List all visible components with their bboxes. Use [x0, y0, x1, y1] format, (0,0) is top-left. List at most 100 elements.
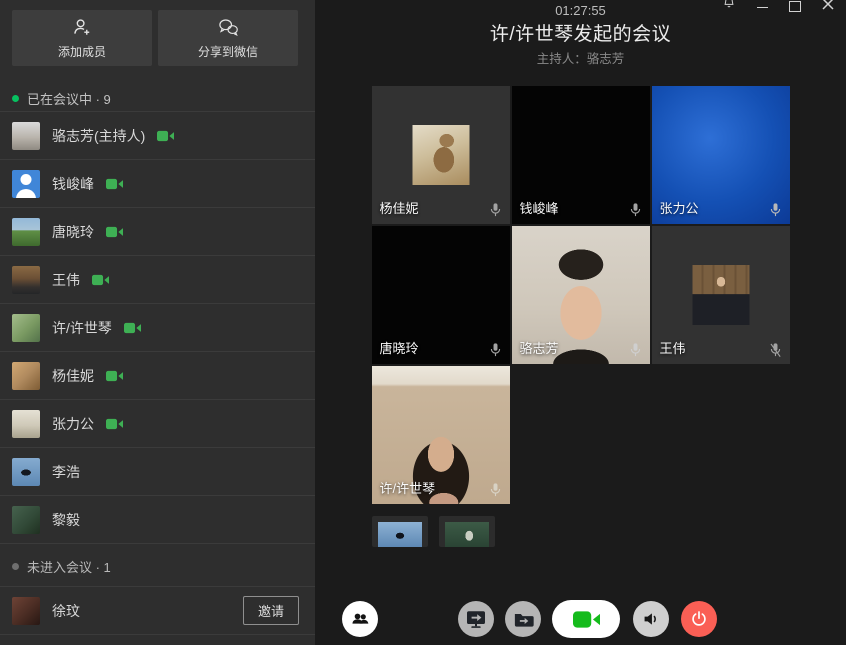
invite-button[interactable]: 邀请 — [243, 596, 299, 625]
video-tile[interactable]: 张力公 — [652, 86, 790, 224]
tile-name: 骆志芳 — [520, 338, 559, 357]
screen-share-button[interactable] — [458, 601, 494, 637]
speaker-button[interactable] — [633, 601, 669, 637]
end-call-icon — [689, 609, 709, 629]
tile-name: 张力公 — [660, 198, 699, 217]
add-member-button[interactable]: 添加成员 — [12, 10, 152, 66]
green-status-dot — [12, 95, 19, 102]
camera-on-icon — [106, 178, 123, 190]
close-icon[interactable] — [816, 0, 840, 15]
mic-muted-icon — [767, 341, 784, 359]
mic-icon — [487, 481, 504, 499]
video-tile[interactable]: 骆志芳 — [512, 226, 650, 364]
minimize-icon[interactable] — [750, 0, 774, 15]
avatar — [12, 170, 40, 198]
avatar — [12, 410, 40, 438]
participant-name: 王伟 — [52, 270, 80, 290]
in-meeting-section: 已在会议中 · 9 — [0, 85, 315, 111]
participant-row[interactable]: 骆志芳(主持人) — [0, 112, 315, 160]
speaker-icon — [640, 608, 662, 630]
call-toolbar — [315, 600, 846, 638]
avatar — [12, 122, 40, 150]
screen-share-icon — [464, 607, 488, 631]
in-meeting-label: 已在会议中 · 9 — [27, 89, 111, 108]
window-controls — [717, 0, 840, 15]
avatar — [12, 218, 40, 246]
mic-icon — [767, 201, 784, 219]
members-panel: 添加成员 分享到微信 已在会议中 · 9 骆志芳(主持人) — [0, 0, 315, 645]
add-member-label: 添加成员 — [58, 43, 106, 60]
participant-row[interactable]: 唐晓玲 — [0, 208, 315, 256]
avatar — [12, 597, 40, 625]
mic-icon — [627, 341, 644, 359]
avatar — [12, 362, 40, 390]
camera-on-icon — [124, 322, 141, 334]
file-share-button[interactable] — [505, 601, 541, 637]
not-joined-section: 未进入会议 · 1 徐玟 邀请 — [0, 546, 315, 635]
members-toggle-button[interactable] — [342, 601, 378, 637]
cat-avatar-image — [412, 125, 469, 185]
overflow-thumbnails — [372, 516, 495, 547]
add-person-icon — [71, 16, 93, 38]
tile-name: 许/许世琴 — [380, 478, 436, 497]
not-joined-label: 未进入会议 · 1 — [27, 557, 111, 576]
avatar — [12, 314, 40, 342]
video-thumbnail[interactable] — [372, 516, 428, 547]
meeting-title: 许/许世琴发起的会议 — [315, 19, 846, 46]
maximize-icon[interactable] — [783, 0, 807, 15]
share-to-wechat-button[interactable]: 分享到微信 — [158, 10, 298, 66]
participant-name: 钱峻峰 — [52, 174, 94, 194]
video-tile[interactable]: 钱峻峰 — [512, 86, 650, 224]
gray-status-dot — [12, 563, 19, 570]
participant-name: 杨佳妮 — [52, 366, 94, 386]
participant-row[interactable]: 许/许世琴 — [0, 304, 315, 352]
video-tile[interactable]: 王伟 — [652, 226, 790, 364]
video-thumbnail[interactable] — [439, 516, 495, 547]
tile-name: 杨佳妮 — [380, 198, 419, 217]
participant-name: 张力公 — [52, 414, 94, 434]
not-joined-header: 未进入会议 · 1 — [0, 546, 315, 587]
video-tile[interactable]: 许/许世琴 — [372, 366, 510, 504]
participant-row[interactable]: 张力公 — [0, 400, 315, 448]
camera-on-icon — [106, 226, 123, 238]
tile-name: 王伟 — [660, 338, 686, 357]
share-wechat-label: 分享到微信 — [198, 43, 258, 60]
participant-name: 黎毅 — [52, 510, 80, 530]
tile-name: 唐晓玲 — [380, 338, 419, 357]
end-call-button[interactable] — [681, 601, 717, 637]
camera-toggle-button[interactable] — [552, 600, 620, 638]
participant-name: 李浩 — [52, 462, 80, 482]
camera-on-icon — [92, 274, 109, 286]
camera-on-icon — [106, 418, 123, 430]
participant-row[interactable]: 徐玟 邀请 — [0, 587, 315, 635]
bird-avatar-image — [378, 522, 422, 547]
participant-name: 骆志芳(主持人) — [52, 126, 145, 146]
blackboard-avatar-image — [445, 522, 489, 547]
wechat-icon — [216, 16, 240, 38]
members-icon — [349, 608, 371, 630]
camera-on-icon — [106, 370, 123, 382]
meeting-host: 主持人：骆志芳 — [315, 48, 846, 67]
avatar — [12, 266, 40, 294]
tile-name: 钱峻峰 — [520, 198, 559, 217]
participant-name: 许/许世琴 — [52, 318, 112, 338]
participant-name: 徐玟 — [52, 601, 80, 621]
avatar — [12, 506, 40, 534]
video-tile[interactable]: 杨佳妮 — [372, 86, 510, 224]
participant-row[interactable]: 黎毅 — [0, 496, 315, 544]
participant-name: 唐晓玲 — [52, 222, 94, 242]
camera-on-icon — [573, 610, 600, 629]
participant-row[interactable]: 钱峻峰 — [0, 160, 315, 208]
participant-list: 骆志芳(主持人) 钱峻峰 唐晓玲 王伟 许/许世琴 — [0, 111, 315, 544]
camera-on-icon — [157, 130, 174, 142]
video-tile[interactable]: 唐晓玲 — [372, 226, 510, 364]
avatar — [12, 458, 40, 486]
participant-row[interactable]: 李浩 — [0, 448, 315, 496]
mic-icon — [627, 201, 644, 219]
meeting-window: 添加成员 分享到微信 已在会议中 · 9 骆志芳(主持人) — [0, 0, 846, 645]
panel-actions: 添加成员 分享到微信 — [0, 0, 315, 66]
bell-icon[interactable] — [717, 0, 741, 15]
participant-row[interactable]: 王伟 — [0, 256, 315, 304]
file-share-icon — [512, 608, 535, 631]
participant-row[interactable]: 杨佳妮 — [0, 352, 315, 400]
